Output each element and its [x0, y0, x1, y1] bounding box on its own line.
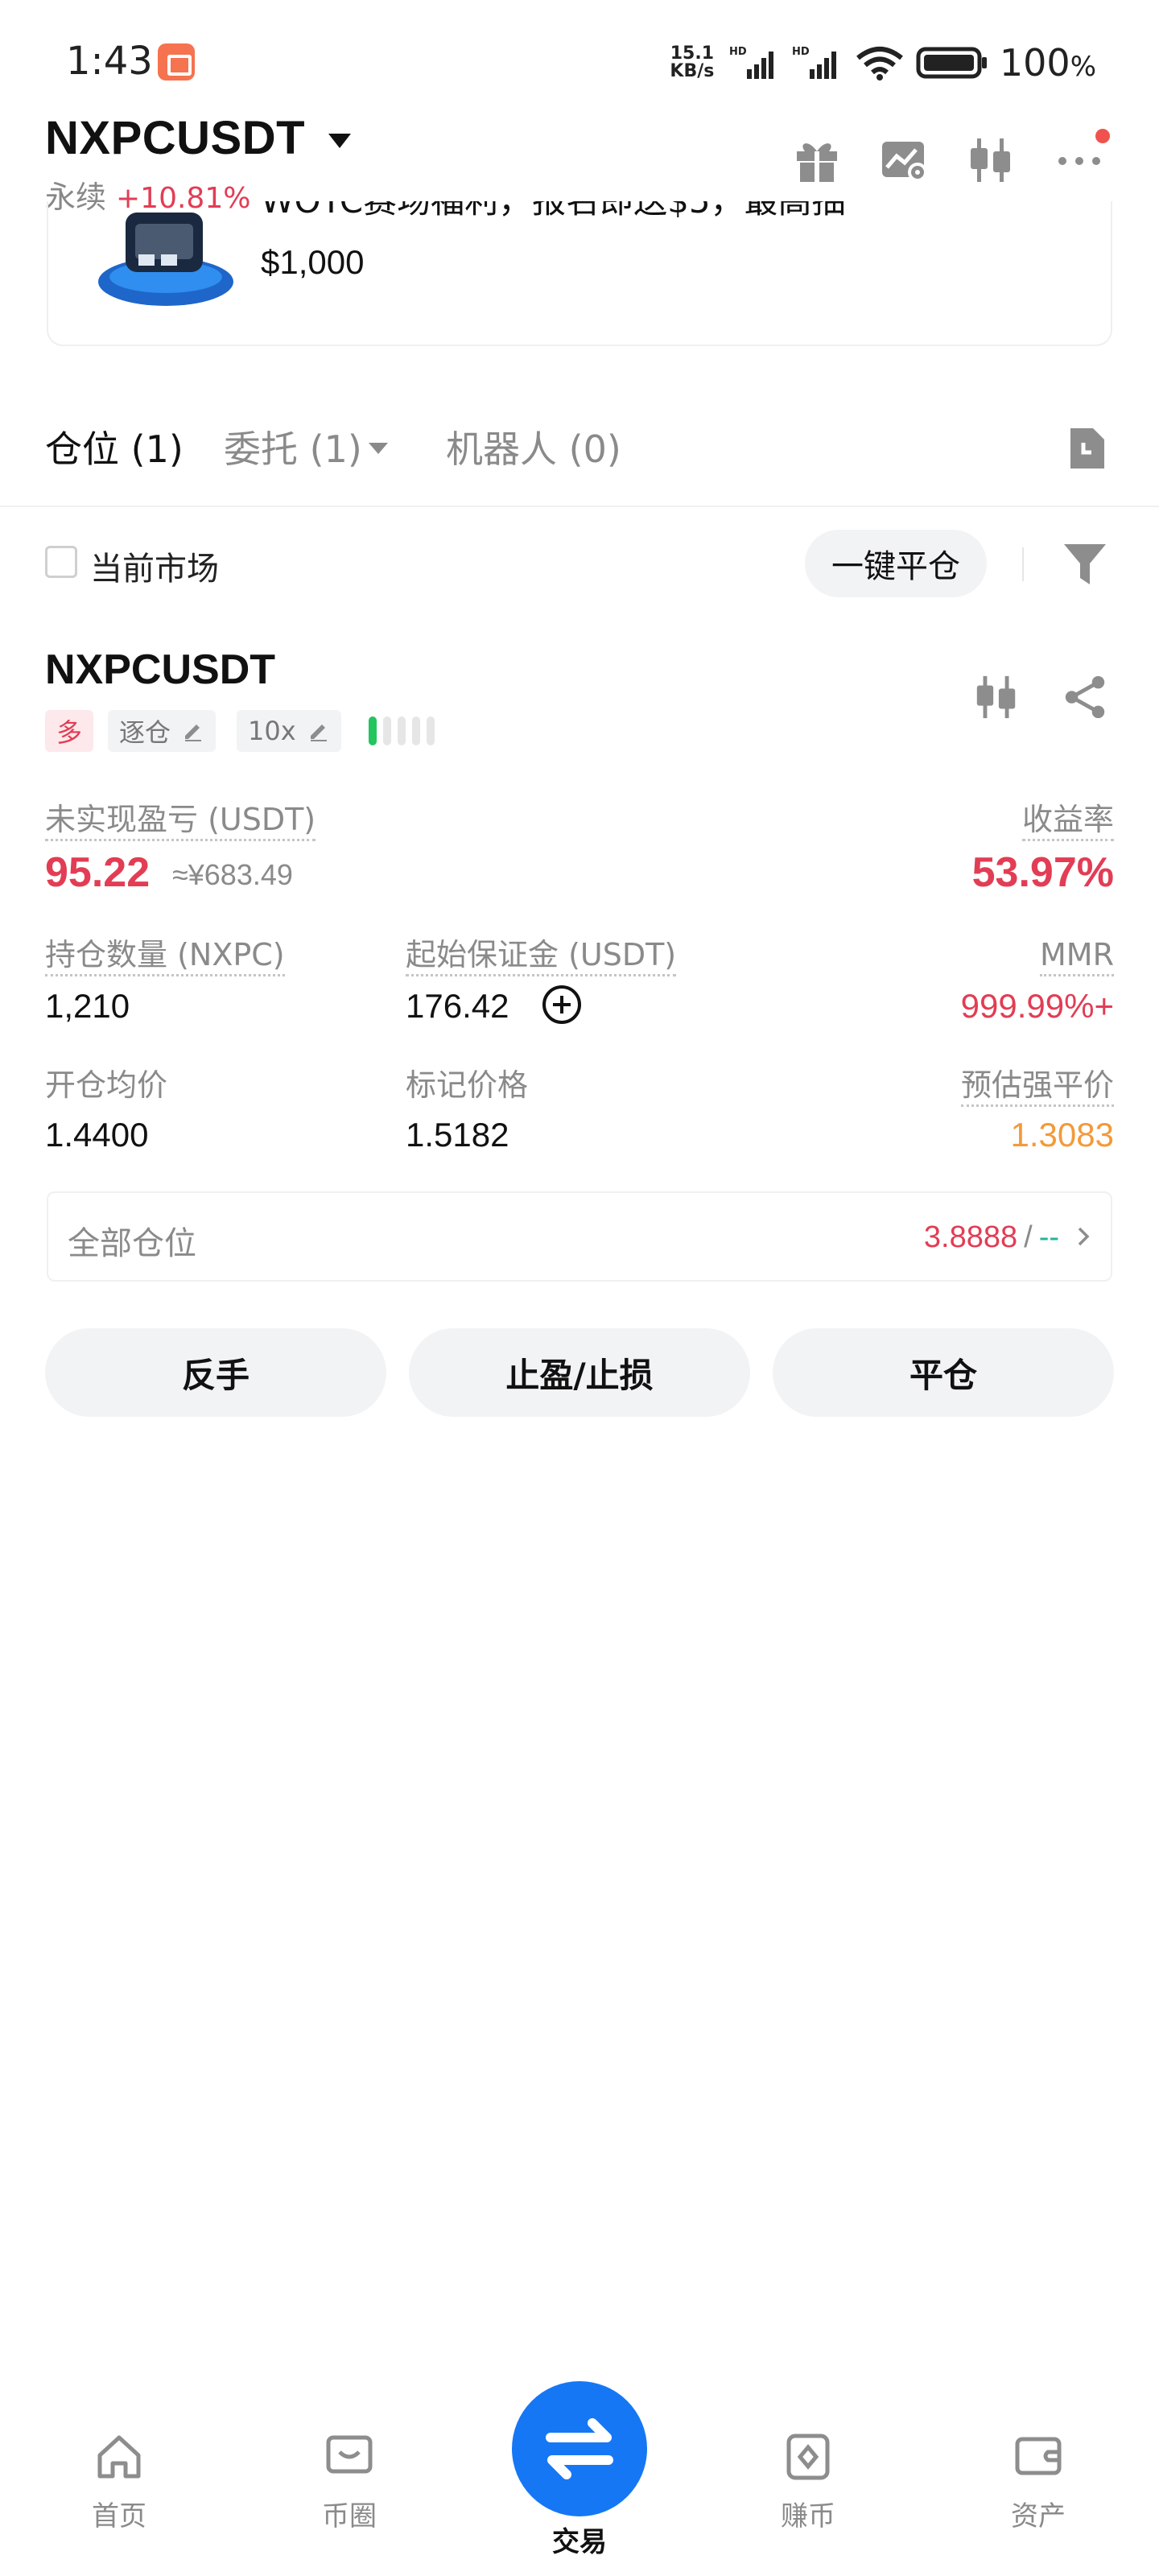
symbol-selector[interactable]: NXPCUSDT: [45, 111, 305, 165]
close-all-button[interactable]: 一键平仓: [805, 530, 987, 597]
risk-bar-segment: [383, 716, 391, 745]
nav-home[interactable]: 首页: [55, 2431, 184, 2533]
side-tag: 多: [45, 710, 94, 752]
promo-banner[interactable]: WOTC赛场福利，报名即送$5，最高抽 $1,000: [47, 201, 1112, 346]
current-market-checkbox[interactable]: [45, 546, 77, 578]
liquidation-price-label[interactable]: 预估强平价: [960, 1067, 1114, 1107]
roe-label[interactable]: 收益率: [1021, 802, 1114, 841]
more-options-icon[interactable]: [1054, 135, 1104, 185]
banner-amount: $1,000: [261, 243, 365, 281]
status-time: 1:43: [66, 39, 153, 84]
nav-assets[interactable]: 资产: [974, 2431, 1103, 2533]
notification-dot: [1095, 129, 1110, 143]
svg-text:HD: HD: [792, 46, 810, 58]
svg-text:HD: HD: [729, 46, 747, 58]
initial-margin-value: 176.42: [406, 987, 509, 1025]
notification-app-icon: [158, 43, 195, 80]
reverse-button[interactable]: 反手: [45, 1328, 386, 1417]
mmr-label[interactable]: MMR: [1040, 937, 1114, 976]
risk-level-indicator: [369, 716, 435, 745]
chat-icon: [326, 2435, 373, 2474]
edit-icon[interactable]: [182, 720, 204, 742]
gift-icon[interactable]: [792, 135, 842, 185]
unrealized-pnl-value: 95.22: [45, 849, 151, 896]
tab-bots[interactable]: 机器人 (0): [446, 420, 621, 473]
wifi-icon: [856, 47, 903, 80]
all-positions-label: 全部仓位: [68, 1225, 196, 1262]
close-position-button[interactable]: 平仓: [773, 1328, 1114, 1417]
entry-price-label: 开仓均价: [45, 1067, 168, 1103]
leverage-tag[interactable]: 10x: [237, 710, 341, 752]
promo-image: [98, 213, 233, 306]
signal-icon: HD: [729, 46, 773, 79]
liquidation-price-value: 1.3083: [1010, 1116, 1114, 1154]
nav-square[interactable]: 币圈: [285, 2431, 414, 2533]
swap-icon: [546, 2418, 613, 2479]
history-document-icon[interactable]: [1066, 425, 1107, 472]
entry-price-value: 1.4400: [45, 1116, 149, 1154]
orders-dropdown-icon[interactable]: [369, 443, 388, 454]
mark-price-label: 标记价格: [406, 1067, 529, 1103]
net-speed: 15.1 KB/s: [670, 43, 715, 81]
tabs-divider: [0, 506, 1159, 507]
current-market-label[interactable]: 当前市场: [90, 543, 219, 589]
mmr-value: 999.99%+: [960, 987, 1114, 1025]
edit-icon[interactable]: [307, 720, 330, 742]
share-icon[interactable]: [1061, 673, 1109, 721]
unrealized-pnl-label[interactable]: 未实现盈亏 (USDT): [45, 802, 316, 841]
earn-icon: [786, 2434, 830, 2480]
add-margin-icon[interactable]: [542, 985, 581, 1024]
tab-positions[interactable]: 仓位 (1): [45, 420, 184, 473]
battery-icon: [916, 47, 987, 79]
status-indicators: 15.1 KB/s HD HD 100%: [666, 39, 1096, 87]
all-positions-value: 3.8888/--: [923, 1220, 1059, 1254]
initial-margin-label[interactable]: 起始保证金 (USDT): [406, 937, 677, 976]
banner-title: WOTC赛场福利，报名即送$5，最高抽: [261, 201, 846, 223]
tab-orders[interactable]: 委托 (1): [224, 420, 362, 473]
position-symbol[interactable]: NXPCUSDT: [45, 646, 275, 694]
nav-trade[interactable]: 交易: [515, 2520, 644, 2559]
position-size-label[interactable]: 持仓数量 (NXPC): [45, 937, 285, 976]
trade-fab[interactable]: [512, 2381, 647, 2516]
filter-icon[interactable]: [1062, 541, 1107, 588]
position-size-value: 1,210: [45, 987, 130, 1025]
margin-mode-tag[interactable]: 逐仓: [108, 710, 217, 752]
risk-bar-segment: [369, 716, 377, 745]
risk-bar-segment: [398, 716, 406, 745]
tp-sl-button[interactable]: 止盈/止损: [409, 1328, 750, 1417]
chevron-down-icon[interactable]: [328, 134, 351, 148]
home-icon: [97, 2435, 141, 2479]
wallet-icon: [1015, 2437, 1062, 2475]
chart-settings-icon[interactable]: [879, 135, 929, 185]
candlestick-icon[interactable]: [966, 135, 1016, 185]
candlestick-icon[interactable]: [972, 673, 1021, 721]
chevron-right-icon[interactable]: [1072, 1225, 1095, 1248]
risk-bar-segment: [412, 716, 420, 745]
roe-value: 53.97%: [971, 849, 1114, 896]
risk-bar-segment: [427, 716, 435, 745]
nav-earn[interactable]: 赚币: [744, 2431, 872, 2533]
signal-icon-2: HD: [792, 46, 836, 79]
divider: [1022, 547, 1024, 581]
mark-price-value: 1.5182: [406, 1116, 509, 1154]
battery-percent: 100%: [999, 41, 1096, 85]
unrealized-pnl-cny: ≈¥683.49: [172, 858, 293, 891]
